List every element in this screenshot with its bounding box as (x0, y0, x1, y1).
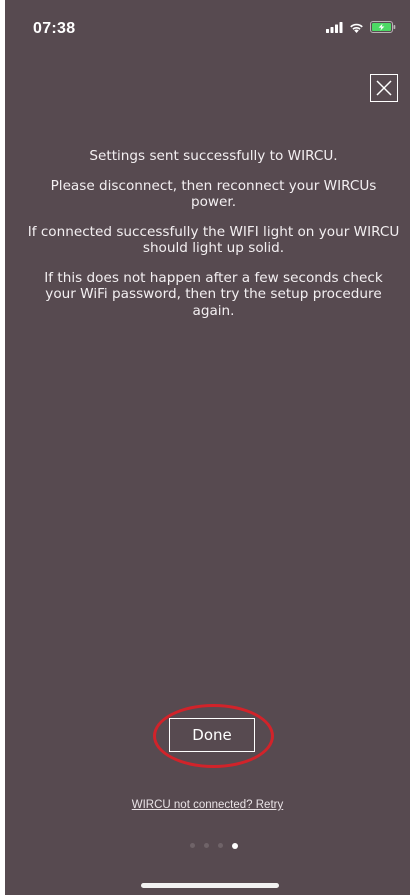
status-icons (326, 21, 396, 33)
retry-link[interactable]: WIRCU not connected? Retry (5, 799, 410, 811)
home-indicator[interactable] (141, 883, 279, 888)
app-screen: 07:38 Settings sent successfully to WIRC… (5, 0, 410, 895)
status-bar: 07:38 (5, 0, 410, 50)
status-time: 07:38 (33, 20, 76, 37)
close-button[interactable] (370, 74, 398, 102)
page-dot-1 (189, 843, 195, 848)
signal-icon (326, 21, 343, 33)
message-line-4: If this does not happen after a few seco… (44, 269, 383, 319)
page-dot-3 (217, 843, 223, 848)
page-dot-2 (203, 843, 209, 848)
done-button[interactable]: Done (169, 718, 255, 752)
close-icon (376, 80, 392, 96)
success-message: Settings sent successfully to WIRCU. Ple… (27, 148, 400, 332)
message-line-2: Please disconnect, then reconnect your W… (50, 177, 377, 211)
wifi-icon (350, 23, 363, 33)
page-indicator (5, 842, 410, 849)
message-line-3: If connected successfully the WIFI light… (27, 223, 400, 257)
message-line-1: Settings sent successfully to WIRCU. (89, 148, 338, 164)
battery-charging-icon (370, 21, 396, 33)
page-dot-4-active (231, 842, 238, 849)
